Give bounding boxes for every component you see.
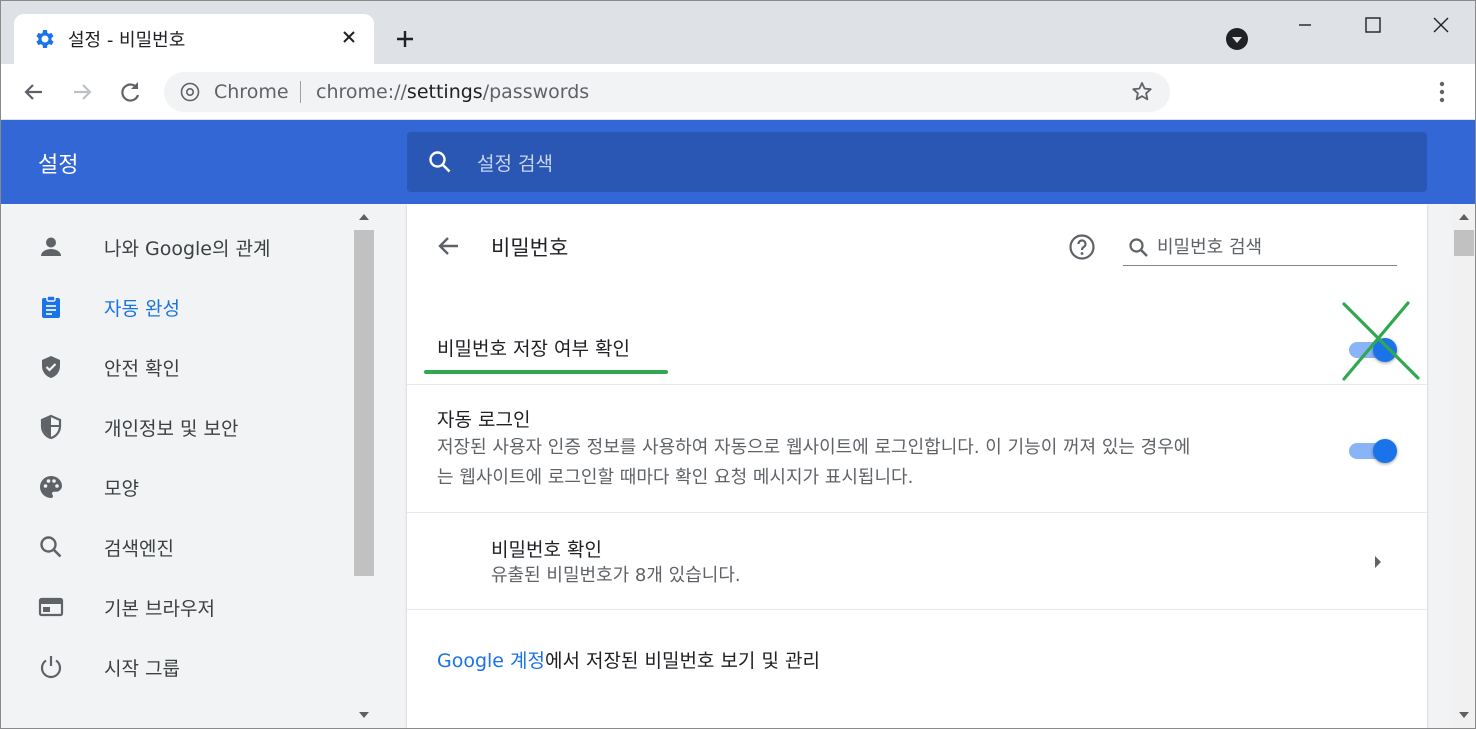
sidebar-scrollbar[interactable] (352, 204, 376, 729)
page-scroll-thumb[interactable] (1454, 230, 1474, 256)
annotation-underline (424, 370, 668, 374)
help-icon[interactable] (1067, 232, 1097, 262)
page-title: 비밀번호 (491, 236, 569, 260)
palette-icon (40, 476, 62, 498)
tab-search-dropdown-icon[interactable] (1224, 26, 1250, 52)
page-scrollbar[interactable] (1452, 204, 1476, 729)
sidebar-item-safety-check[interactable]: 안전 확인 (0, 336, 352, 396)
manage-passwords-rest: 에서 저장된 비밀번호 보기 및 관리 (545, 650, 820, 672)
omnibox-url: chrome://settings/passwords (316, 81, 589, 103)
passwords-card: 비밀번호 비밀번호 검색 비밀번호 저장 여부 확인 자동 로그인 저장된 사용… (407, 204, 1427, 729)
search-icon (40, 536, 62, 558)
power-icon (40, 656, 62, 679)
browser-icon (38, 597, 64, 617)
sidebar-item-you-and-google[interactable]: 나와 Google의 관계 (0, 216, 352, 276)
toggle-knob (1373, 439, 1397, 463)
sidebar-item-label: 자동 완성 (104, 298, 180, 320)
manage-in-account-row: Google 계정에서 저장된 비밀번호 보기 및 관리 (407, 609, 1427, 709)
sidebar-item-autofill[interactable]: 자동 완성 (0, 276, 352, 336)
tab-title: 설정 - 비밀번호 (68, 30, 186, 51)
sidebar-item-search-engine[interactable]: 검색엔진 (0, 516, 352, 576)
auto-signin-toggle[interactable] (1349, 437, 1397, 463)
offer-to-save-label: 비밀번호 저장 여부 확인 (437, 338, 630, 360)
sidebar-item-label: 시작 그룹 (104, 658, 180, 680)
tab-strip: 설정 - 비밀번호 (0, 0, 1476, 64)
omnibox-chrome-label: Chrome (214, 81, 289, 103)
auto-signin-row: 자동 로그인 저장된 사용자 인증 정보를 사용하여 자동으로 웹사이트에 로그… (407, 384, 1427, 514)
settings-title: 설정 (38, 153, 79, 178)
back-arrow-icon[interactable] (435, 232, 463, 260)
chrome-logo-icon (180, 82, 200, 102)
sidebar-scroll-thumb[interactable] (354, 230, 374, 576)
check-passwords-description: 유출된 비밀번호가 8개 있습니다. (491, 565, 741, 586)
reload-icon[interactable] (116, 78, 144, 106)
search-icon (429, 151, 451, 173)
sidebar-item-label: 나와 Google의 관계 (104, 238, 271, 260)
check-passwords-row[interactable]: 비밀번호 확인 유출된 비밀번호가 8개 있습니다. (407, 512, 1427, 610)
omnibox[interactable]: Chrome chrome://settings/passwords (164, 72, 1170, 112)
manage-passwords-text: Google 계정에서 저장된 비밀번호 보기 및 관리 (437, 646, 820, 673)
sidebar-item-on-startup[interactable]: 시작 그룹 (0, 636, 352, 696)
new-tab-icon[interactable] (392, 26, 418, 52)
forward-icon[interactable] (68, 78, 96, 106)
password-search-placeholder: 비밀번호 검색 (1157, 237, 1263, 258)
settings-header: 설정 설정 검색 (0, 120, 1476, 204)
sidebar-item-label: 안전 확인 (104, 358, 180, 380)
more-menu-icon[interactable] (1430, 78, 1454, 106)
scroll-up-arrow-icon[interactable] (1458, 212, 1470, 222)
chevron-right-icon (1375, 556, 1381, 568)
auto-signin-desc-line1: 저장된 사용자 인증 정보를 사용하여 자동으로 웹사이트에 로그인합니다. 이… (437, 437, 1191, 458)
sidebar-item-label: 검색엔진 (104, 538, 174, 560)
scroll-up-arrow-icon[interactable] (358, 212, 370, 222)
gear-icon (36, 30, 54, 48)
auto-signin-description: 저장된 사용자 인증 정보를 사용하여 자동으로 웹사이트에 로그인합니다. 이… (437, 433, 1317, 493)
search-icon (1129, 238, 1148, 257)
auto-signin-desc-line2: 는 웹사이트에 로그인할 때마다 확인 요청 메시지가 표시됩니다. (437, 467, 914, 488)
url-path: /passwords (482, 81, 590, 103)
sidebar-item-privacy-security[interactable]: 개인정보 및 보안 (0, 396, 352, 456)
active-tab[interactable]: 설정 - 비밀번호 (14, 14, 374, 64)
back-icon[interactable] (20, 78, 48, 106)
maximize-icon[interactable] (1358, 10, 1388, 40)
settings-search-input[interactable]: 설정 검색 (407, 132, 1427, 192)
sidebar-item-label: 모양 (104, 478, 139, 500)
window-close-icon[interactable] (1426, 10, 1456, 40)
password-search-input[interactable]: 비밀번호 검색 (1123, 232, 1397, 266)
clipboard-icon (42, 295, 60, 318)
browser-toolbar: Chrome chrome://settings/passwords (0, 64, 1476, 120)
shield-check-icon (42, 356, 60, 378)
google-account-link[interactable]: Google 계정 (437, 650, 545, 672)
close-icon[interactable] (338, 26, 360, 48)
minimize-icon[interactable] (1290, 10, 1320, 40)
auto-signin-label: 자동 로그인 (437, 409, 531, 431)
scroll-down-arrow-icon[interactable] (358, 710, 370, 720)
sidebar-item-label: 기본 브라우저 (104, 598, 215, 620)
person-icon (41, 237, 61, 256)
url-prefix: chrome:// (316, 81, 407, 103)
settings-sidebar: 나와 Google의 관계 자동 완성 안전 확인 개인정보 및 보안 모양 검… (0, 204, 352, 729)
sidebar-item-default-browser[interactable]: 기본 브라우저 (0, 576, 352, 636)
scroll-down-arrow-icon[interactable] (1458, 710, 1470, 720)
omnibox-separator (300, 81, 301, 103)
settings-search-placeholder: 설정 검색 (477, 153, 553, 175)
check-passwords-label: 비밀번호 확인 (491, 539, 602, 561)
bookmark-star-icon[interactable] (1130, 80, 1154, 104)
url-host: settings (406, 81, 483, 103)
sidebar-item-label: 개인정보 및 보안 (104, 418, 239, 440)
annotation-cross-mark (1342, 301, 1420, 381)
sidebar-item-appearance[interactable]: 모양 (0, 456, 352, 516)
shield-half-icon (40, 414, 62, 440)
